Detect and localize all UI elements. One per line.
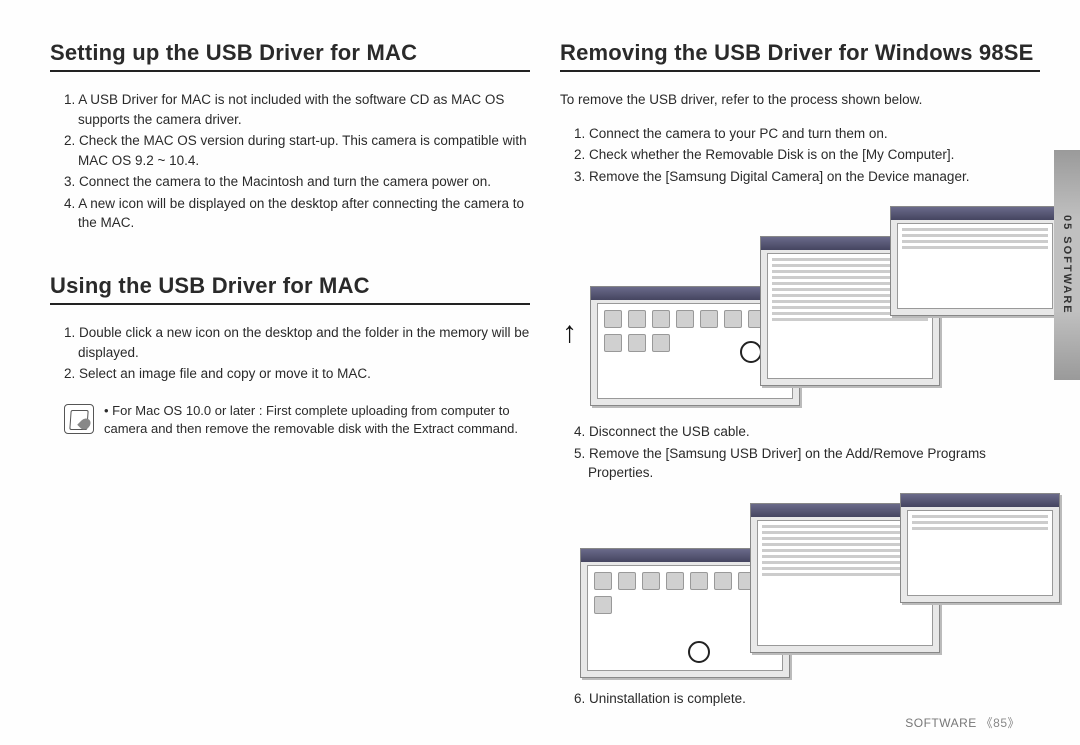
note-box: • For Mac OS 10.0 or later : First compl… (50, 402, 530, 438)
list-item: 1. Connect the camera to your PC and tur… (574, 124, 1040, 144)
list-setting-up-mac: 1. A USB Driver for MAC is not included … (50, 90, 530, 233)
heading-removing-98se: Removing the USB Driver for Windows 98SE (560, 40, 1040, 72)
list-item: 2. Check whether the Removable Disk is o… (574, 145, 1040, 165)
list-item: 3. Remove the [Samsung Digital Camera] o… (574, 167, 1040, 187)
list-remove-c: 6. Uninstallation is complete. (560, 689, 1040, 709)
note-text: • For Mac OS 10.0 or later : First compl… (104, 402, 530, 438)
list-item: 4. Disconnect the USB cable. (574, 422, 1040, 442)
page-footer: SOFTWARE 《85》 (905, 714, 1020, 731)
left-column: Setting up the USB Driver for MAC 1. A U… (50, 40, 530, 725)
list-item: 1. Double click a new icon on the deskto… (64, 323, 530, 362)
list-item: 3. Connect the camera to the Macintosh a… (64, 172, 530, 192)
right-column: Removing the USB Driver for Windows 98SE… (560, 40, 1040, 725)
window-confirm-dialog (890, 206, 1060, 316)
heading-using-mac: Using the USB Driver for MAC (50, 273, 530, 305)
list-item: 2. Select an image file and copy or move… (64, 364, 530, 384)
window-uninstall-wizard (900, 493, 1060, 603)
highlight-circle-icon (688, 641, 710, 663)
screenshot-group-device-manager: ↑ (560, 196, 1040, 416)
list-item: 1. A USB Driver for MAC is not included … (64, 90, 530, 129)
footer-page-number: 《85》 (981, 716, 1020, 730)
list-remove-b: 4. Disconnect the USB cable. 5. Remove t… (560, 422, 1040, 483)
list-using-mac: 1. Double click a new icon on the deskto… (50, 323, 530, 384)
heading-setting-up-mac: Setting up the USB Driver for MAC (50, 40, 530, 72)
list-item: 6. Uninstallation is complete. (574, 689, 1040, 709)
screenshot-group-add-remove (560, 493, 1040, 683)
side-tab-label: 05 SOFTWARE (1061, 215, 1073, 315)
list-item: 5. Remove the [Samsung USB Driver] on th… (574, 444, 1040, 483)
arrow-up-icon: ↑ (562, 316, 577, 350)
footer-label: SOFTWARE (905, 716, 977, 730)
note-icon (64, 404, 94, 434)
list-item: 4. A new icon will be displayed on the d… (64, 194, 530, 233)
list-remove-a: 1. Connect the camera to your PC and tur… (560, 124, 1040, 187)
list-item: 2. Check the MAC OS version during start… (64, 131, 530, 170)
intro-text: To remove the USB driver, refer to the p… (560, 90, 1040, 110)
side-tab: 05 SOFTWARE (1054, 150, 1080, 380)
